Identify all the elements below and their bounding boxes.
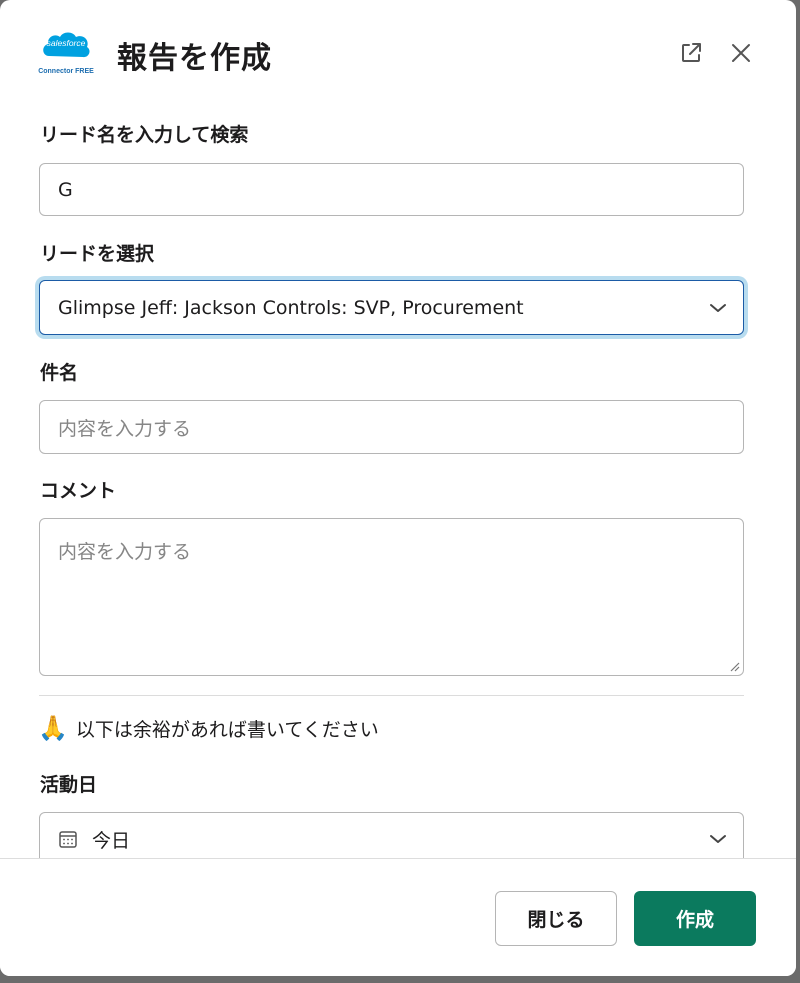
close-modal-button[interactable] — [726, 38, 756, 68]
activity-date-label: 活動日 — [40, 774, 98, 796]
activity-date-select[interactable]: 今日 — [39, 812, 744, 858]
activity-date-value: 今日 — [92, 829, 131, 852]
modal-header: salesforce Connector FREE 報告を作成 — [0, 0, 796, 100]
open-in-new-window-button[interactable] — [676, 38, 706, 68]
create-button[interactable]: 作成 — [634, 891, 756, 946]
comment-textarea[interactable]: 内容を入力する — [39, 518, 744, 676]
modal-body[interactable]: リード名を入力して検索 G リードを選択 Glimpse Jeff: Jacks… — [0, 100, 796, 858]
modal-title: 報告を作成 — [117, 41, 272, 76]
subject-placeholder: 内容を入力する — [58, 417, 192, 440]
close-button[interactable]: 閉じる — [495, 891, 617, 946]
chevron-down-icon — [710, 835, 726, 843]
comment-label: コメント — [40, 480, 117, 502]
chevron-down-icon — [710, 303, 726, 312]
subject-label: 件名 — [40, 362, 79, 384]
logo-caption: Connector FREE — [38, 68, 94, 75]
lead-search-value: G — [58, 178, 73, 201]
subject-input[interactable]: 内容を入力する — [39, 400, 744, 454]
lead-select-value: Glimpse Jeff: Jackson Controls: SVP, Pro… — [58, 296, 524, 319]
lead-select-label: リードを選択 — [40, 243, 155, 265]
external-link-icon — [682, 43, 701, 62]
optional-note-text: 以下は余裕があれば書いてください — [75, 718, 379, 741]
salesforce-connector-logo: salesforce Connector FREE — [36, 28, 96, 80]
lead-search-input[interactable]: G — [39, 163, 744, 216]
create-report-modal: salesforce Connector FREE 報告を作成 リード名を入力し… — [0, 0, 796, 976]
lead-select-dropdown[interactable]: Glimpse Jeff: Jackson Controls: SVP, Pro… — [39, 280, 744, 335]
folded-hands-icon: 🙏 — [38, 714, 68, 742]
optional-section-note: 🙏 以下は余裕があれば書いてください — [38, 714, 379, 742]
section-divider — [39, 695, 744, 696]
modal-footer: 閉じる 作成 — [0, 858, 796, 976]
lead-search-label: リード名を入力して検索 — [40, 124, 249, 146]
comment-placeholder: 内容を入力する — [58, 541, 192, 563]
resize-handle-icon[interactable] — [728, 660, 740, 672]
calendar-icon — [59, 831, 77, 848]
logo-text: salesforce — [46, 38, 86, 48]
close-icon — [732, 44, 750, 62]
